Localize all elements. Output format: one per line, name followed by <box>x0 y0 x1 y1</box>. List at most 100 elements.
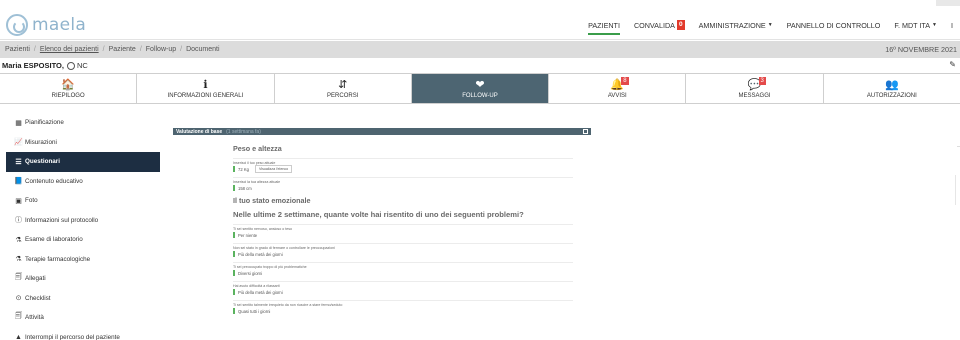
nav-pazienti[interactable]: PAZIENTI <box>581 10 627 40</box>
nav-pannello-di-controllo[interactable]: PANNELLO DI CONTROLLO <box>780 10 888 40</box>
tab-informazioni-generali[interactable]: ℹ INFORMAZIONI GENERALI <box>137 74 275 103</box>
chart-icon: 📈 <box>14 139 23 147</box>
nav-convalida[interactable]: CONVALIDA 0 <box>627 10 692 40</box>
sidebar-item-interrompi-il-percorso-del-paziente[interactable]: ▲ Interrompi il percorso del paziente <box>6 328 160 340</box>
tab-label: INFORMAZIONI GENERALI <box>167 92 244 99</box>
sidebar-item-label: Allegati <box>25 275 46 283</box>
nav-amministrazione[interactable]: AMMINISTRAZIONE ▼ <box>692 10 780 40</box>
answer-marker <box>233 166 235 172</box>
question-row: Inserisci la tua altezza attuale 158 cm <box>233 177 573 191</box>
answer-value: 158 cm <box>238 185 252 191</box>
top-navbar: maela PAZIENTI CONVALIDA 0 AMMINISTRAZIONE ▼… <box>0 10 960 40</box>
sidebar-item-label: Informazioni sul protocollo <box>25 216 99 224</box>
questionnaire-icon: ☰ <box>15 158 22 166</box>
sidebar-item-checklist[interactable]: ⊙ Checklist <box>6 289 160 309</box>
section-heading: Peso e altezza <box>233 144 282 153</box>
info-icon: ℹ <box>203 78 208 91</box>
side-menu: ▦ Pianificazione 📈 Misurazioni ☰ Questionari 📘… <box>6 113 160 340</box>
nav-label: PANNELLO DI CONTROLLO <box>786 20 881 30</box>
answer: Diversi giorni <box>233 270 573 276</box>
tab-follow-up[interactable]: ❤ FOLLOW-UP <box>411 74 550 103</box>
tab-percorsi[interactable]: ⇵ PERCORSI <box>274 74 412 103</box>
tab-avvisi[interactable]: 🔔 AVVISI 8 <box>549 74 687 103</box>
section-heading: Il tuo stato emozionale <box>233 196 311 205</box>
sidebar-item-allegati[interactable]: 🗐 Allegati <box>6 269 160 289</box>
sidebar-item-misurazioni[interactable]: 📈 Misurazioni <box>6 133 160 153</box>
answer-marker <box>233 251 235 257</box>
breadcrumb-elenco-pazienti[interactable]: Elenco dei pazienti <box>40 46 99 53</box>
breadcrumb: Pazienti / Elenco dei pazienti / Pazient… <box>0 41 960 58</box>
logo[interactable]: maela <box>6 13 86 37</box>
flask-icon: ⚗ <box>15 236 22 244</box>
expand-icon[interactable] <box>583 129 588 134</box>
answer-value: Più della metà dei giorni <box>238 251 283 257</box>
sidebar-item-label: Questionari <box>25 158 60 166</box>
breadcrumb-separator: / <box>180 46 183 53</box>
activity-icon: 🗐 <box>15 313 22 321</box>
heartbeat-icon: ❤ <box>475 78 485 91</box>
nav-i[interactable]: I <box>944 10 960 40</box>
question-row: Ti sei sentito nervoso, ansioso o teso Pe… <box>233 224 573 238</box>
breadcrumb-separator: / <box>139 46 142 53</box>
patient-tabs: 🏠 RIEPILOGO ℹ INFORMAZIONI GENERALI ⇵ PERCORS… <box>0 73 960 104</box>
sidebar-item-questionari[interactable]: ☰ Questionari <box>6 152 160 172</box>
patient-suffix: NC <box>76 61 88 70</box>
breadcrumb-separator: / <box>33 46 36 53</box>
sidebar-item-esame-di-laboratorio[interactable]: ⚗ Esame di laboratorio <box>6 230 160 250</box>
tab-label: MESSAGGI <box>738 92 771 99</box>
answer: 72 Kg Visualizza l'elenco <box>233 165 573 173</box>
sidebar-item-label: Contenuto educativo <box>25 177 83 185</box>
answer-marker <box>233 308 235 314</box>
current-date: 16º NOVEMBRE 2021 <box>885 45 957 54</box>
sidebar-item-foto[interactable]: ▣ Foto <box>6 191 160 211</box>
breadcrumb-follow-up[interactable]: Follow-up <box>146 46 176 53</box>
sidebar-item-informazioni-sul-protocollo[interactable]: ⓘ Informazioni sul protocollo <box>6 211 160 231</box>
breadcrumb-paziente[interactable]: Paziente <box>109 46 136 53</box>
questionnaire-body: Peso e altezza Inserisci il tuo peso attu… <box>233 144 573 319</box>
answer-marker <box>233 270 235 276</box>
edit-pencil-icon[interactable]: ✎ <box>949 60 956 69</box>
question-row: Inserisci il tuo peso attuale 72 Kg Visual… <box>233 158 573 173</box>
sidebar-item-label: Terapie farmacologiche <box>25 255 91 263</box>
tab-messaggi[interactable]: 💬 MESSAGGI 3 <box>686 74 824 103</box>
sidebar-item-contenuto-educativo[interactable]: 📘 Contenuto educativo <box>6 172 160 192</box>
tab-riepilogo[interactable]: 🏠 RIEPILOGO <box>0 74 138 103</box>
sidebar-item-terapie-farmacologiche[interactable]: ⚗ Terapie farmacologiche <box>6 250 160 270</box>
info-circle-icon: ⓘ <box>15 217 22 225</box>
top-strip <box>0 0 960 10</box>
window-corner <box>936 0 960 6</box>
nav-label: F. MDT ITA <box>894 20 931 30</box>
tab-label: AUTORIZZAZIONI <box>866 92 917 99</box>
answer-marker <box>233 289 235 295</box>
caret-down-icon: ▼ <box>767 22 773 28</box>
top-menu: PAZIENTI CONVALIDA 0 AMMINISTRAZIONE ▼ PANNEL… <box>581 10 960 40</box>
sidebar-item-pianificazione[interactable]: ▦ Pianificazione <box>6 113 160 133</box>
sidebar-item-attivita[interactable]: 🗐 Attività <box>6 308 160 328</box>
tab-badge: 8 <box>621 77 629 85</box>
logo-icon <box>6 14 28 36</box>
tab-badge: 3 <box>758 77 766 85</box>
answer-value: Più della metà dei giorni <box>238 289 283 295</box>
check-circle-icon: ⊙ <box>15 295 22 303</box>
nav-badge: 0 <box>676 20 685 30</box>
view-list-button[interactable]: Visualizza l'elenco <box>254 165 293 173</box>
breadcrumb-pazienti[interactable]: Pazienti <box>5 46 30 53</box>
sidebar-item-label: Esame di laboratorio <box>25 236 83 244</box>
nav-label: AMMINISTRAZIONE <box>698 20 766 30</box>
answer-value: Per niente <box>238 232 258 238</box>
answer-marker <box>233 232 235 238</box>
nav-f-mdt-ita[interactable]: F. MDT ITA ▼ <box>887 10 944 40</box>
paperclip-icon: 🗐 <box>15 274 22 282</box>
panel-header: Valutazione di base (1 settimana fa) <box>173 128 591 135</box>
tab-label: FOLLOW-UP <box>462 92 498 99</box>
tab-label: PERCORSI <box>327 92 359 99</box>
breadcrumb-documenti: Documenti <box>186 46 220 53</box>
question-row: Hai avuto difficoltà a rilassarti Più del… <box>233 281 573 295</box>
breadcrumb-separator: / <box>102 46 105 53</box>
sidebar-item-label: Checklist <box>25 294 51 302</box>
tab-autorizzazioni[interactable]: 👥 AUTORIZZAZIONI <box>823 74 960 103</box>
gender-icon <box>66 61 75 70</box>
warning-icon: ▲ <box>15 333 22 340</box>
answer-marker <box>233 185 235 191</box>
answer: Più della metà dei giorni <box>233 251 573 257</box>
